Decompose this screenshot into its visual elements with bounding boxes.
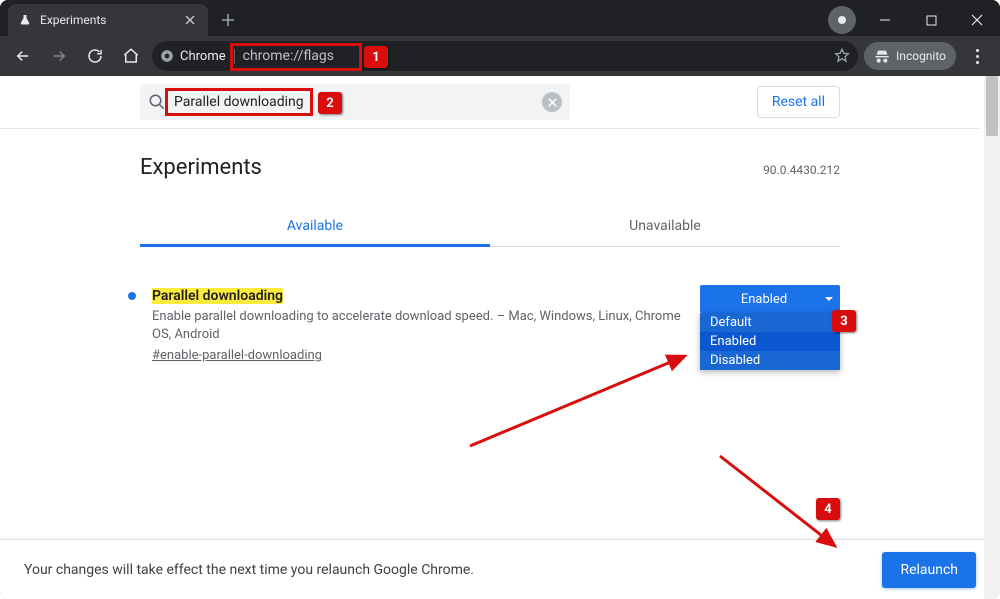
option-default[interactable]: Default [700,313,840,332]
reset-all-button[interactable]: Reset all [757,86,840,118]
chrome-icon [160,49,174,63]
chevron-down-icon [824,294,834,304]
bookmark-star-icon[interactable] [834,48,850,64]
profile-avatar[interactable] [828,6,856,34]
chrome-version: 90.0.4430.212 [763,163,840,177]
back-button[interactable] [8,41,38,71]
kebab-icon [976,49,979,64]
minimize-button[interactable] [862,4,908,36]
flag-body: Parallel downloading Enable parallel dow… [152,285,684,363]
heading-row: Experiments 90.0.4430.212 [0,129,980,180]
flag-description: Enable parallel downloading to accelerat… [152,308,684,344]
flag-select-value: Enabled [741,292,787,307]
flags-search[interactable] [140,84,570,120]
titlebar: Experiments [0,0,1000,36]
browser-tab[interactable]: Experiments [8,4,208,36]
restart-bar: Your changes will take effect the next t… [0,539,1000,599]
reload-button[interactable] [80,41,110,71]
forward-button[interactable] [44,41,74,71]
flags-list: Parallel downloading Enable parallel dow… [0,247,980,363]
flags-topbar: Reset all [0,76,980,129]
close-window-button[interactable] [954,4,1000,36]
flag-title: Parallel downloading [152,288,283,304]
maximize-button[interactable] [908,4,954,36]
flag-select-wrapper: Enabled Default Enabled Disabled [700,285,840,313]
tab-unavailable[interactable]: Unavailable [490,208,840,246]
tabstrip: Experiments [0,0,822,36]
home-button[interactable] [116,41,146,71]
flags-page: Reset all Experiments 90.0.4430.212 Avai… [0,76,1000,539]
clear-search-button[interactable] [542,92,562,112]
scrollbar-thumb[interactable] [986,76,998,136]
page-content: Reset all Experiments 90.0.4430.212 Avai… [0,76,1000,599]
page-title: Experiments [140,155,262,180]
omnibox[interactable]: Chrome chrome://flags [152,41,858,71]
incognito-icon [874,48,890,64]
close-icon[interactable] [182,12,198,28]
vertical-scrollbar[interactable] [984,76,1000,599]
modified-indicator-icon [128,292,136,300]
omnibox-origin-chip: Chrome [160,49,235,64]
option-disabled[interactable]: Disabled [700,351,840,370]
browser-window: Experiments [0,0,1000,599]
flag-hash-link[interactable]: #enable-parallel-downloading [152,348,322,363]
flask-icon [18,13,32,27]
new-tab-button[interactable] [214,6,242,34]
relaunch-button[interactable]: Relaunch [882,552,976,588]
omnibox-url: chrome://flags [243,48,334,64]
flag-select-dropdown[interactable]: Default Enabled Disabled [700,313,840,370]
flag-row: Parallel downloading Enable parallel dow… [128,285,840,363]
flags-search-input[interactable] [174,94,534,110]
menu-button[interactable] [962,41,992,71]
window-controls [862,4,1000,36]
tab-available[interactable]: Available [140,208,490,247]
incognito-label: Incognito [896,49,946,63]
search-icon [148,93,166,111]
toolbar: Chrome chrome://flags Incognito [0,36,1000,76]
restart-message: Your changes will take effect the next t… [24,562,474,578]
flag-select[interactable]: Enabled [700,285,840,313]
option-enabled[interactable]: Enabled [700,332,840,351]
omnibox-chip-label: Chrome [180,49,226,64]
incognito-badge[interactable]: Incognito [864,42,956,70]
flags-tabs: Available Unavailable [140,208,840,247]
tab-title: Experiments [40,13,174,27]
